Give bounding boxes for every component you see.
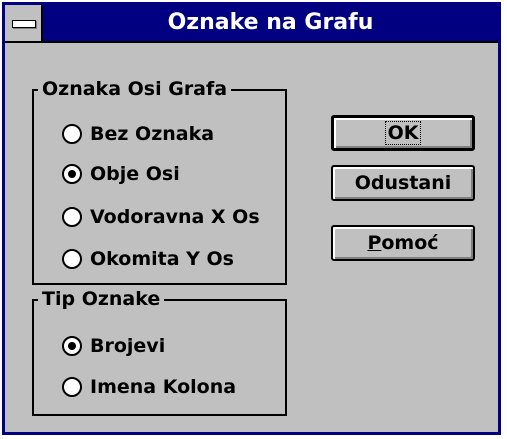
title-bar: Oznake na Grafu <box>5 5 498 43</box>
radio-bez-oznaka[interactable]: Bez Oznaka <box>62 121 214 147</box>
radio-brojevi-label: Brojevi <box>90 335 166 357</box>
radio-bez-oznaka-label: Bez Oznaka <box>90 123 215 145</box>
label-type-group-legend: Tip Oznake <box>38 289 165 309</box>
radio-obje-osi[interactable]: Obje Osi <box>62 161 180 187</box>
ok-button-label: OK <box>384 121 422 145</box>
radio-bez-oznaka-circle[interactable] <box>62 124 82 144</box>
radio-okomita-y-os[interactable]: Okomita Y Os <box>62 246 234 272</box>
system-menu-icon <box>12 20 36 28</box>
ok-button[interactable]: OK <box>331 115 475 151</box>
radio-obje-osi-label: Obje Osi <box>90 163 180 185</box>
radio-okomita-y-os-label: Okomita Y Os <box>90 248 234 270</box>
radio-vodoravna-x-os[interactable]: Vodoravna X Os <box>62 204 260 230</box>
radio-obje-osi-circle[interactable] <box>62 164 82 184</box>
system-menu-button[interactable] <box>5 5 43 41</box>
radio-vodoravna-x-os-label: Vodoravna X Os <box>90 206 260 228</box>
help-button-mnemonic: P <box>367 232 382 254</box>
cancel-button-label: Odustani <box>354 172 452 194</box>
radio-imena-kolona[interactable]: Imena Kolona <box>62 374 236 400</box>
dialog-window: Oznake na Grafu Oznaka Osi Grafa Bez Ozn… <box>2 2 501 435</box>
radio-imena-kolona-circle[interactable] <box>62 377 82 397</box>
help-button[interactable]: Pomoć <box>331 225 475 261</box>
radio-brojevi-circle[interactable] <box>62 336 82 356</box>
radio-vodoravna-x-os-circle[interactable] <box>62 207 82 227</box>
help-button-label-rest: omoć <box>381 232 439 254</box>
radio-okomita-y-os-circle[interactable] <box>62 249 82 269</box>
axis-label-group-legend: Oznaka Osi Grafa <box>38 79 232 99</box>
window-title: Oznake na Grafu <box>167 10 374 35</box>
help-button-label: Pomoć <box>367 232 438 254</box>
radio-imena-kolona-label: Imena Kolona <box>90 376 237 398</box>
radio-brojevi[interactable]: Brojevi <box>62 333 165 359</box>
cancel-button[interactable]: Odustani <box>331 165 475 201</box>
